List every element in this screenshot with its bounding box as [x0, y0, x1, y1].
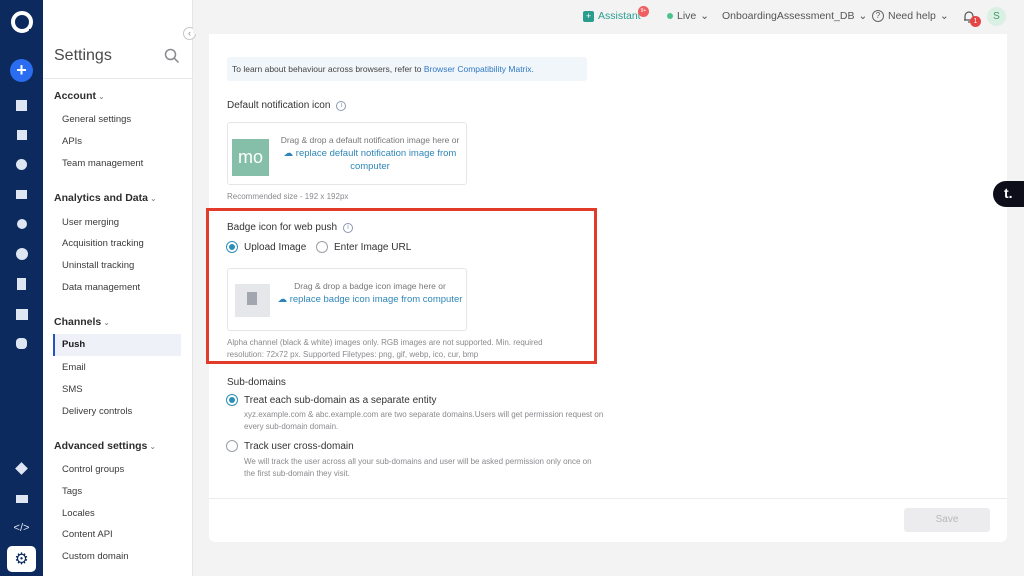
default-icon-upload-link[interactable]: ☁ replace default notification image fro… — [276, 147, 464, 173]
chevron-down-icon: ⌄ — [98, 92, 105, 101]
browser-compat-notice: To learn about behaviour across browsers… — [227, 57, 587, 81]
search-icon[interactable] — [164, 48, 180, 64]
top-bar: + Assistant 9+ Live ⌄ OnboardingAssessme… — [193, 0, 1024, 34]
assistant-icon: + — [583, 10, 594, 22]
layers-icon[interactable] — [0, 304, 43, 324]
megaphone-icon[interactable] — [0, 184, 43, 204]
section-advanced-settings[interactable]: Advanced settings ⌄ — [54, 440, 156, 452]
sidebar-title: Settings — [54, 47, 112, 64]
default-icon-hint: Recommended size - 192 x 192px — [227, 192, 349, 201]
section-analytics-and-data[interactable]: Analytics and Data ⌄ — [54, 192, 157, 204]
default-icon-drag-text: Drag & drop a default notification image… — [280, 135, 460, 145]
section-channels[interactable]: Channels ⌄ — [54, 316, 110, 328]
chevron-down-icon: ⌄ — [149, 442, 157, 451]
database-icon[interactable] — [0, 333, 43, 353]
sidebar-item-delivery-controls[interactable]: Delivery controls — [62, 406, 132, 417]
separate-subdomain-radio[interactable]: Treat each sub-domain as a separate enti… — [226, 394, 437, 406]
integrations-icon[interactable] — [0, 458, 43, 478]
sidebar-item-user-merging[interactable]: User merging — [62, 217, 119, 228]
sidebar-item-uninstall-tracking[interactable]: Uninstall tracking — [62, 260, 134, 271]
app-rail: + </> ⚙ — [0, 0, 43, 576]
sidebar-divider — [43, 78, 193, 79]
dashboard-icon[interactable] — [0, 95, 43, 115]
help-icon: ? — [872, 10, 884, 22]
radio-unchecked[interactable] — [226, 440, 238, 452]
avatar[interactable]: S — [987, 7, 1006, 26]
cross-domain-desc: We will track the user across all your s… — [244, 457, 592, 478]
default-icon-thumbnail: mo — [232, 139, 269, 176]
save-button[interactable]: Save — [904, 508, 990, 532]
highlight-box — [206, 208, 597, 364]
sidebar-item-control-groups[interactable]: Control groups — [62, 464, 124, 475]
settings-sidebar: Settings ‹ Account ⌄ General settings API… — [43, 0, 196, 576]
footer-divider — [209, 498, 1007, 499]
chat-widget[interactable]: t. — [993, 181, 1024, 207]
subdomains-label: Sub-domains — [227, 377, 286, 388]
sidebar-item-locales[interactable]: Locales — [62, 508, 95, 519]
pie-chart-icon[interactable] — [0, 154, 43, 174]
notification-count-badge: 1 — [970, 16, 981, 27]
section-account[interactable]: Account ⌄ — [54, 90, 105, 102]
notifications-button[interactable]: 1 — [962, 10, 981, 27]
workspace-dropdown[interactable]: OnboardingAssessment_DB ⌄ — [722, 10, 867, 22]
chevron-down-icon: ⌄ — [103, 318, 110, 327]
sidebar-item-email[interactable]: Email — [62, 362, 86, 373]
create-button[interactable]: + — [10, 59, 33, 82]
gear-icon[interactable]: ⚙ — [7, 546, 36, 572]
default-icon-dropzone[interactable]: mo Drag & drop a default notification im… — [227, 122, 467, 185]
sidebar-item-data-management[interactable]: Data management — [62, 282, 140, 293]
live-status-dot — [667, 13, 673, 19]
separate-subdomain-desc: xyz.example.com & abc.example.com are tw… — [244, 410, 604, 431]
sidebar-item-content-api[interactable]: Content API — [62, 529, 113, 540]
chevron-down-icon: ⌄ — [700, 10, 710, 22]
sidebar-item-team-management[interactable]: Team management — [62, 158, 143, 169]
chevron-down-icon: ⌄ — [939, 10, 949, 22]
sidebar-item-push[interactable]: Push — [53, 334, 181, 356]
environment-dropdown[interactable]: Live ⌄ — [667, 10, 709, 22]
help-dropdown[interactable]: ? Need help ⌄ — [872, 10, 949, 22]
sidebar-item-acquisition-tracking[interactable]: Acquisition tracking — [62, 238, 144, 249]
graduation-cap-icon[interactable] — [0, 489, 43, 509]
chevron-down-icon: ⌄ — [858, 10, 868, 22]
default-icon-label: Default notification icon i — [227, 100, 347, 111]
app-logo[interactable] — [11, 11, 35, 35]
radio-checked[interactable] — [226, 394, 238, 406]
timer-icon[interactable] — [0, 214, 43, 234]
sidebar-item-apis[interactable]: APIs — [62, 136, 82, 147]
chevron-down-icon: ⌄ — [149, 194, 157, 203]
code-icon[interactable]: </> — [0, 518, 43, 538]
sidebar-item-sms[interactable]: SMS — [62, 384, 83, 395]
cloud-upload-icon: ☁ — [283, 148, 294, 159]
assistant-badge: 9+ — [638, 6, 649, 17]
document-icon[interactable] — [0, 274, 43, 294]
cross-domain-radio[interactable]: Track user cross-domain — [226, 440, 354, 452]
sidebar-item-tags[interactable]: Tags — [62, 486, 82, 497]
user-circle-icon[interactable] — [0, 244, 43, 264]
assistant-button[interactable]: + Assistant 9+ — [583, 6, 649, 22]
sidebar-item-general-settings[interactable]: General settings — [62, 114, 131, 125]
sidebar-item-custom-domain[interactable]: Custom domain — [62, 551, 129, 562]
info-icon[interactable]: i — [336, 100, 347, 111]
analytics-icon[interactable] — [0, 125, 43, 145]
browser-compat-link[interactable]: Browser Compatibility Matrix. — [424, 64, 534, 74]
